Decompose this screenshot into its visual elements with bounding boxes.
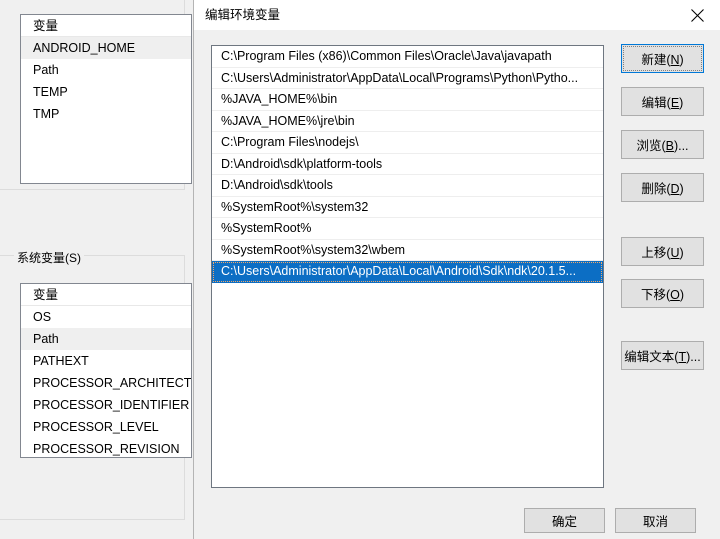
move-down-button[interactable]: 下移(O) [621,279,704,308]
delete-button[interactable]: 删除(D) [621,173,704,202]
path-entry-row[interactable]: %SystemRoot% [212,218,603,240]
edit-button[interactable]: 编辑(E) [621,87,704,116]
move-down-button-label-post: ) [679,288,685,302]
new-button-accesskey: N [670,53,680,67]
move-up-button-label-post: ) [679,246,684,260]
move-up-button-label-pre: 上移( [641,246,671,260]
path-entry-row[interactable]: D:\Android\sdk\platform-tools [212,153,603,175]
system-variable-row[interactable]: PROCESSOR_ARCHITECT... [21,372,191,394]
ok-button[interactable]: 确定 [524,508,605,533]
move-up-button-accesskey: U [670,246,680,260]
system-variable-row[interactable]: PROCESSOR_REVISION [21,438,191,457]
path-entry-row[interactable]: C:\Program Files (x86)\Common Files\Orac… [212,46,603,68]
dialog-titlebar: 编辑环境变量 [194,0,720,30]
environment-variables-window: 变量 ANDROID_HOME Path TEMP TMP 系统变量(S) 变量… [0,0,193,539]
path-entry-row[interactable]: %JAVA_HOME%\jre\bin [212,110,603,132]
move-up-button[interactable]: 上移(U) [621,237,704,266]
system-variable-row[interactable]: PROCESSOR_LEVEL [21,416,191,438]
browse-button-accesskey: B [665,139,674,153]
system-variable-row[interactable]: OS [21,306,191,328]
user-variable-row[interactable]: TEMP [21,81,191,103]
close-icon[interactable] [675,0,720,30]
system-variables-column-header: 变量 [21,284,191,306]
edit-button-label-post: ) [679,96,684,110]
user-variable-row[interactable]: Path [21,59,191,81]
new-button[interactable]: 新建(N) [621,44,704,73]
user-variable-row[interactable]: TMP [21,103,191,125]
path-entry-row[interactable]: %SystemRoot%\system32\wbem [212,239,603,261]
dialog-body: C:\Program Files (x86)\Common Files\Orac… [194,30,720,539]
dialog-title: 编辑环境变量 [205,8,281,22]
system-variables-list[interactable]: 变量 OS Path PATHEXT PROCESSOR_ARCHITECT..… [20,283,192,458]
system-variable-row[interactable]: Path [21,328,191,350]
delete-button-accesskey: D [670,182,680,196]
user-variable-row[interactable]: ANDROID_HOME [21,37,191,59]
edit-text-button-label-post: )... [686,350,701,364]
user-variables-list[interactable]: 变量 ANDROID_HOME Path TEMP TMP [20,14,192,184]
move-down-button-accesskey: O [670,288,680,302]
cancel-button[interactable]: 取消 [615,508,696,533]
browse-button-label-pre: 浏览( [636,139,666,153]
path-entry-row[interactable]: C:\Program Files\nodejs\ [212,132,603,154]
move-down-button-label-pre: 下移( [640,288,671,302]
path-entry-row[interactable]: D:\Android\sdk\tools [212,175,603,197]
path-entry-row[interactable]: %JAVA_HOME%\bin [212,89,603,111]
new-button-label-post: ) [679,53,684,67]
edit-text-button-label-pre: 编辑文本( [624,350,679,364]
edit-text-button-accesskey: T [678,350,687,364]
edit-environment-variable-dialog: 编辑环境变量 C:\Program Files (x86)\Common Fil… [193,0,720,539]
edit-button-accesskey: E [670,96,680,110]
browse-button-label-post: )... [673,139,689,153]
edit-text-button[interactable]: 编辑文本(T)... [621,341,704,370]
edit-button-label-pre: 编辑( [641,96,671,110]
system-variable-row[interactable]: PROCESSOR_IDENTIFIER [21,394,191,416]
browse-button[interactable]: 浏览(B)... [621,130,704,159]
system-variable-row[interactable]: PATHEXT [21,350,191,372]
delete-button-label-post: ) [679,182,684,196]
new-button-label-pre: 新建( [641,53,671,67]
user-variables-column-header: 变量 [21,15,191,37]
path-entry-row[interactable]: C:\Users\Administrator\AppData\Local\Pro… [212,67,603,89]
path-entry-row-selected[interactable]: C:\Users\Administrator\AppData\Local\And… [212,261,603,283]
delete-button-label-pre: 删除( [641,182,671,196]
system-variables-group-label: 系统变量(S) [14,249,84,266]
path-entries-list[interactable]: C:\Program Files (x86)\Common Files\Orac… [211,45,604,488]
path-entry-row[interactable]: %SystemRoot%\system32 [212,196,603,218]
